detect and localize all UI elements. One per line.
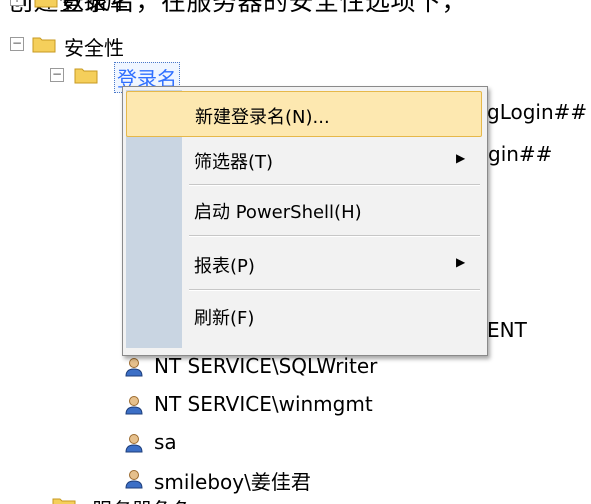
menu-item-label: 筛选器(T): [194, 152, 274, 173]
tree-node-label: 安全性: [64, 36, 124, 60]
user-icon: [125, 434, 143, 453]
menu-item-label: 刷新(F): [194, 308, 255, 329]
login-item-sa[interactable]: sa: [124, 428, 444, 456]
folder-icon: [34, 0, 58, 8]
menu-item-reports[interactable]: 报表(P) ▶: [126, 241, 482, 287]
context-menu: 新建登录名(N)... 筛选器(T) ▶ 启动 PowerShell(H) 报表…: [122, 86, 488, 356]
login-item-partial[interactable]: ENT: [487, 318, 527, 342]
login-label: smileboy\姜佳君: [154, 470, 311, 494]
login-item-partial[interactable]: gin##: [488, 142, 552, 166]
menu-separator: [189, 289, 480, 291]
login-label: NT SERVICE\SQLWriter: [154, 354, 378, 378]
tree-node-label: 服务器角色: [92, 496, 192, 504]
expand-toggle-icon[interactable]: +: [10, 0, 24, 6]
user-icon: [125, 470, 143, 489]
collapse-toggle-icon[interactable]: −: [50, 68, 64, 82]
submenu-arrow-icon: ▶: [456, 255, 466, 269]
folder-icon: [52, 498, 76, 504]
menu-item-label: 报表(P): [194, 256, 255, 277]
login-item-smileboy[interactable]: smileboy\姜佳君: [124, 464, 444, 494]
tree-node-databases-partial[interactable]: + 数据库: [8, 0, 168, 14]
collapse-toggle-icon[interactable]: −: [10, 37, 24, 51]
login-label: sa: [154, 430, 177, 454]
tree-node-label: 数据库: [62, 0, 129, 14]
menu-separator: [189, 184, 480, 186]
menu-item-label: 启动 PowerShell(H): [194, 202, 362, 223]
folder-icon: [32, 37, 56, 53]
login-item-winmgmt[interactable]: NT SERVICE\winmgmt: [124, 390, 444, 418]
menu-item-refresh[interactable]: 刷新(F): [126, 293, 482, 339]
menu-item-filter[interactable]: 筛选器(T) ▶: [126, 137, 482, 183]
login-item-sqlwriter[interactable]: NT SERVICE\SQLWriter: [124, 352, 444, 380]
tree-node-security[interactable]: − 安全性: [8, 32, 208, 60]
login-label: NT SERVICE\winmgmt: [154, 392, 373, 416]
user-icon: [125, 358, 143, 377]
menu-item-label: 新建登录名(N)...: [195, 107, 330, 128]
user-icon: [125, 396, 143, 415]
submenu-arrow-icon: ▶: [456, 151, 466, 165]
login-item-partial[interactable]: gLogin##: [487, 100, 587, 124]
menu-separator: [189, 235, 480, 237]
menu-item-start-powershell[interactable]: 启动 PowerShell(H): [126, 187, 482, 233]
tree-node-server-roles-partial[interactable]: 服务器角色: [48, 496, 248, 504]
folder-icon: [74, 68, 98, 84]
menu-item-new-login[interactable]: 新建登录名(N)...: [126, 91, 482, 137]
tree-node-logins[interactable]: − 登录名: [48, 62, 218, 93]
